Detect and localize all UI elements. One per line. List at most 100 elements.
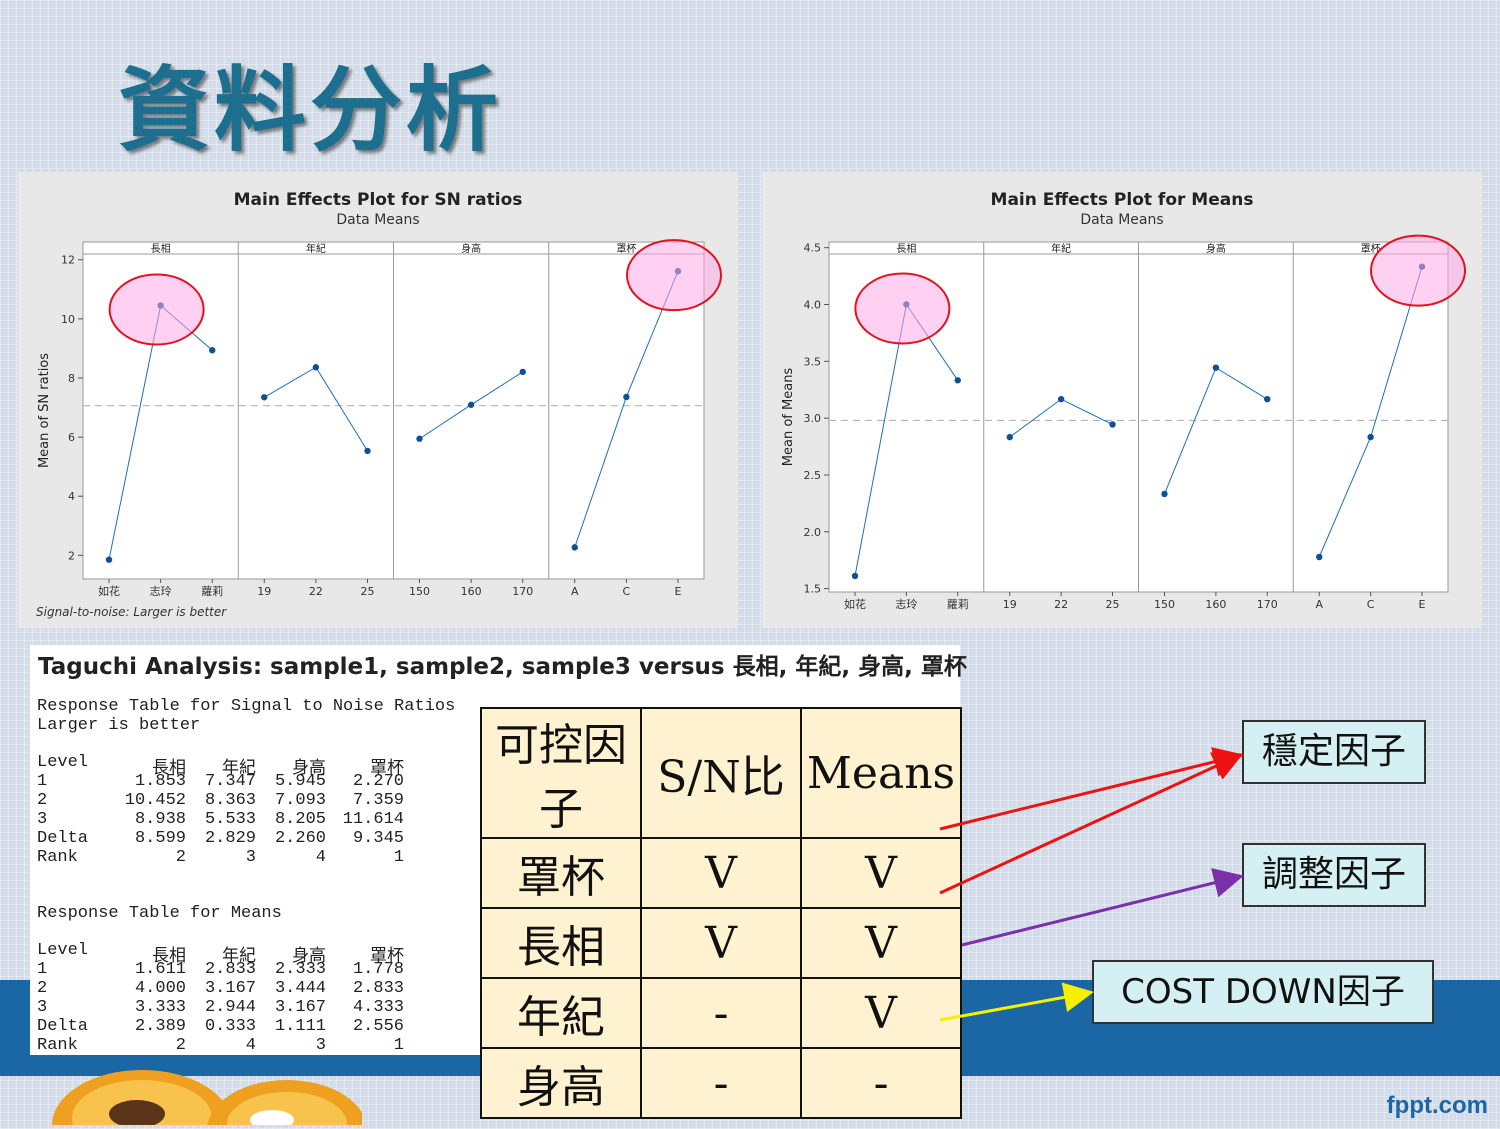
value-cell: 4 bbox=[245, 1036, 256, 1055]
means-chart-panel: Main Effects Plot for Means Data Means 1… bbox=[762, 172, 1482, 628]
data-point bbox=[851, 572, 859, 580]
response-table-row: Rank 2 3 4 1 bbox=[30, 848, 410, 867]
x-tick-label: A bbox=[1315, 598, 1323, 611]
value-cell: 2 bbox=[175, 1036, 186, 1055]
panel-factor-label: 長相 bbox=[151, 242, 171, 255]
chart-footnote: Signal-to-noise: Larger is better bbox=[36, 605, 227, 619]
value-cell: 2.833 bbox=[204, 960, 256, 979]
y-axis-label: Mean of SN ratios bbox=[37, 353, 52, 468]
table-row: 年紀 - V bbox=[480, 977, 962, 1049]
table-row: 罩杯 V V bbox=[480, 837, 962, 909]
header-cell: Means bbox=[800, 707, 962, 839]
means-table-heading: Response Table for Means bbox=[37, 904, 282, 923]
value-cell: 7.359 bbox=[352, 791, 404, 810]
x-tick-label: 蘿莉 bbox=[201, 585, 223, 598]
factor-cell: 長相 bbox=[480, 907, 642, 979]
value-cell: 7.347 bbox=[204, 772, 256, 791]
value-cell: 2.270 bbox=[352, 772, 404, 791]
sn-cell: V bbox=[640, 907, 802, 979]
value-cell: 3.333 bbox=[134, 998, 186, 1017]
highlight-circle bbox=[626, 239, 722, 312]
y-tick-label: 2 bbox=[68, 549, 75, 562]
x-tick-label: 志玲 bbox=[895, 598, 917, 611]
data-point bbox=[1109, 421, 1116, 428]
data-point bbox=[416, 435, 423, 442]
means-cell: V bbox=[800, 837, 962, 909]
table-row: 身高 - - bbox=[480, 1047, 962, 1119]
x-tick-label: 150 bbox=[409, 585, 430, 598]
value-cell: 8.205 bbox=[274, 810, 326, 829]
value-cell: 10.452 bbox=[124, 791, 186, 810]
header-cell: S/N比 bbox=[640, 707, 802, 839]
value-cell: 11.614 bbox=[342, 810, 404, 829]
x-tick-label: 19 bbox=[1003, 598, 1017, 611]
x-tick-label: 22 bbox=[1054, 598, 1068, 611]
factor-cell: 年紀 bbox=[480, 977, 642, 1049]
y-tick-label: 3.5 bbox=[804, 355, 822, 368]
sn-cell: V bbox=[640, 837, 802, 909]
panel-factor-label: 長相 bbox=[896, 242, 916, 255]
value-cell: 9.345 bbox=[352, 829, 404, 848]
data-point bbox=[1367, 433, 1374, 441]
value-cell: 5.945 bbox=[274, 772, 326, 791]
sn-cell: - bbox=[640, 1047, 802, 1119]
highlight-circle bbox=[854, 272, 951, 345]
value-cell: 8.363 bbox=[204, 791, 256, 810]
adjust-factor-label: 調整因子 bbox=[1242, 843, 1426, 907]
y-tick-label: 4.0 bbox=[804, 299, 822, 312]
response-table-row: Delta 8.599 2.829 2.260 9.345 bbox=[30, 829, 410, 848]
data-point bbox=[1316, 553, 1323, 561]
arrow-looks-to-stable bbox=[939, 752, 1244, 895]
value-cell: 2.389 bbox=[134, 1017, 186, 1036]
level-cell: Rank bbox=[37, 1036, 78, 1055]
data-point bbox=[261, 394, 268, 401]
sn-cell: - bbox=[640, 977, 802, 1049]
highlight-circle bbox=[108, 273, 205, 346]
data-point bbox=[1057, 395, 1065, 403]
value-cell: 3 bbox=[245, 848, 256, 867]
header-cell: 可控因子 bbox=[480, 707, 642, 839]
x-tick-label: 160 bbox=[461, 585, 482, 598]
data-point bbox=[1264, 395, 1271, 403]
value-cell: 2.556 bbox=[352, 1017, 404, 1036]
level-cell: 2 bbox=[37, 791, 48, 810]
y-axis-label: Mean of Means bbox=[781, 368, 796, 467]
value-cell: 3.444 bbox=[274, 979, 326, 998]
x-tick-label: C bbox=[1367, 598, 1375, 611]
factor-cell: 身高 bbox=[480, 1047, 642, 1119]
data-point bbox=[364, 447, 371, 455]
factor-table: 可控因子 S/N比 Means 罩杯 V V 長相 V V 年紀 - V 身高 … bbox=[480, 707, 962, 1119]
value-cell: 4.000 bbox=[134, 979, 186, 998]
panel-factor-label: 年紀 bbox=[306, 242, 326, 255]
x-tick-label: 150 bbox=[1154, 598, 1175, 611]
value-cell: 0.333 bbox=[204, 1017, 256, 1036]
data-point bbox=[623, 393, 630, 401]
y-tick-label: 2.5 bbox=[804, 469, 822, 482]
data-point bbox=[519, 368, 526, 376]
value-cell: 1 bbox=[393, 1036, 404, 1055]
means-cell: V bbox=[800, 977, 962, 1049]
value-cell: 1.611 bbox=[134, 960, 186, 979]
value-cell: 7.093 bbox=[274, 791, 326, 810]
level-cell: 2 bbox=[37, 979, 48, 998]
factor-cell: 罩杯 bbox=[480, 837, 642, 909]
level-cell: Rank bbox=[37, 848, 78, 867]
x-tick-label: 19 bbox=[257, 585, 271, 598]
response-table-header: Level 長相 年紀 身高 罩杯 bbox=[30, 941, 410, 967]
x-tick-label: 如花 bbox=[98, 584, 120, 598]
value-cell: 2.944 bbox=[204, 998, 256, 1017]
level-cell: Delta bbox=[37, 1017, 89, 1036]
response-table-row: 3 3.333 2.944 3.167 4.333 bbox=[30, 998, 410, 1017]
y-tick-label: 4.5 bbox=[804, 242, 822, 255]
value-cell: 2.829 bbox=[204, 829, 256, 848]
value-cell: 2 bbox=[175, 848, 186, 867]
panel-factor-label: 年紀 bbox=[1051, 242, 1071, 255]
brand-logo-text: fppt.com bbox=[1386, 1092, 1488, 1119]
y-tick-label: 3.0 bbox=[804, 412, 822, 425]
data-point bbox=[954, 377, 961, 384]
x-tick-label: E bbox=[1419, 598, 1426, 611]
response-table-row: 1 1.611 2.833 2.333 1.778 bbox=[30, 960, 410, 979]
value-cell: 1.778 bbox=[352, 960, 404, 979]
level-cell: 1 bbox=[37, 960, 48, 979]
value-cell: 4.333 bbox=[352, 998, 404, 1017]
